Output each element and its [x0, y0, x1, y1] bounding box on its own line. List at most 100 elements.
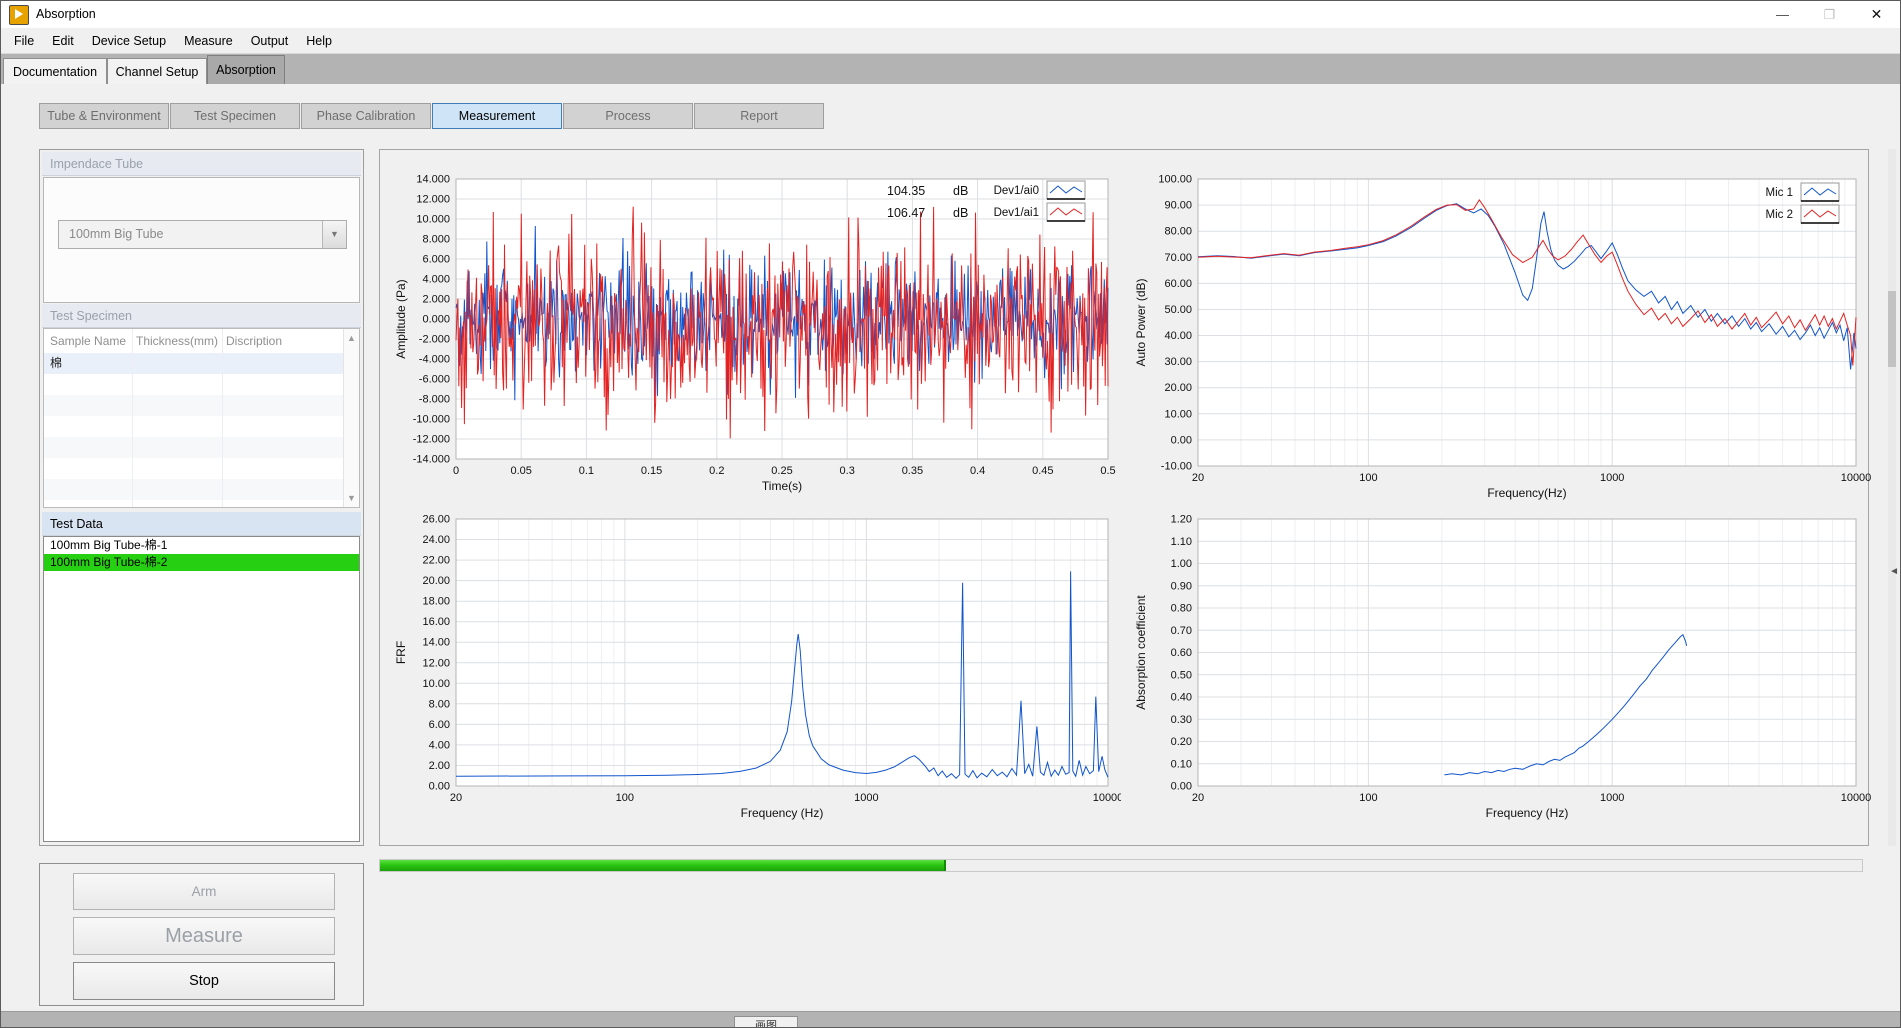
application-window: Absorption — ❐ ✕ FileEditDevice SetupMea…	[0, 0, 1901, 1028]
subtab-report[interactable]: Report	[694, 103, 824, 129]
svg-text:0.25: 0.25	[771, 465, 792, 477]
svg-text:0.1: 0.1	[579, 465, 594, 477]
svg-text:24.00: 24.00	[422, 534, 450, 546]
svg-text:40.00: 40.00	[1164, 330, 1192, 342]
chevron-down-icon[interactable]: ▼	[322, 221, 346, 248]
scroll-up-icon[interactable]: ▲	[344, 333, 359, 343]
svg-text:8.00: 8.00	[429, 698, 450, 710]
svg-text:0.10: 0.10	[1171, 758, 1192, 770]
svg-text:26.00: 26.00	[422, 514, 450, 526]
svg-text:-10.00: -10.00	[1161, 461, 1192, 473]
svg-text:12.00: 12.00	[422, 657, 450, 669]
svg-text:Amplitude (Pa): Amplitude (Pa)	[394, 279, 408, 358]
svg-text:dB: dB	[953, 206, 968, 220]
menu-item-file[interactable]: File	[5, 31, 43, 51]
svg-text:20.00: 20.00	[1164, 382, 1192, 394]
tab-absorption[interactable]: Absorption	[207, 55, 285, 84]
menu-item-help[interactable]: Help	[297, 31, 341, 51]
svg-text:70.00: 70.00	[1164, 252, 1192, 264]
measure-button[interactable]: Measure	[73, 917, 335, 955]
svg-text:100: 100	[616, 792, 634, 804]
window-title: Absorption	[36, 7, 96, 21]
arm-button[interactable]: Arm	[73, 873, 335, 910]
tube-select[interactable]: 100mm Big Tube ▼	[58, 220, 347, 249]
svg-text:1000: 1000	[1600, 792, 1624, 804]
progress-bar	[379, 859, 1863, 872]
scrollbar-thumb[interactable]	[1888, 291, 1896, 367]
test-data-list[interactable]: 100mm Big Tube-棉-1100mm Big Tube-棉-2	[43, 536, 360, 842]
svg-text:20: 20	[450, 792, 462, 804]
svg-text:4.00: 4.00	[429, 739, 450, 751]
bottom-tab-draw[interactable]: 画图	[734, 1016, 798, 1028]
svg-text:30.00: 30.00	[1164, 356, 1192, 368]
svg-text:-4.000: -4.000	[419, 354, 450, 366]
svg-text:dB: dB	[953, 184, 968, 198]
svg-text:0.70: 0.70	[1171, 625, 1192, 637]
svg-text:2.00: 2.00	[429, 760, 450, 772]
maximize-button[interactable]: ❐	[1806, 1, 1853, 28]
vertical-scrollbar[interactable]	[1888, 149, 1896, 846]
svg-text:-14.000: -14.000	[413, 454, 450, 466]
close-button[interactable]: ✕	[1853, 1, 1900, 28]
svg-text:0.40: 0.40	[1171, 692, 1192, 704]
window-tab-strip: DocumentationChannel SetupAbsorption	[1, 53, 1900, 84]
svg-text:Absorption coefficient: Absorption coefficient	[1134, 595, 1148, 710]
stop-button[interactable]: Stop	[73, 962, 335, 1000]
svg-text:14.00: 14.00	[422, 637, 450, 649]
svg-text:10.00: 10.00	[422, 678, 450, 690]
tube-select-value: 100mm Big Tube	[69, 227, 164, 241]
svg-text:Auto Power (dB): Auto Power (dB)	[1134, 278, 1148, 366]
svg-text:10.00: 10.00	[1164, 408, 1192, 420]
subtab-phase-calibration[interactable]: Phase Calibration	[301, 103, 431, 129]
svg-text:0.90: 0.90	[1171, 580, 1192, 592]
chart-time-waveform: 00.050.10.150.20.250.30.350.40.450.514.0…	[391, 151, 1121, 501]
table-row[interactable]: 棉	[44, 353, 343, 374]
svg-text:8.000: 8.000	[422, 234, 450, 246]
subtab-process[interactable]: Process	[563, 103, 693, 129]
table-row	[44, 437, 343, 458]
svg-text:Frequency(Hz): Frequency(Hz)	[1487, 486, 1566, 500]
svg-text:20: 20	[1192, 472, 1204, 484]
svg-text:18.00: 18.00	[422, 596, 450, 608]
svg-text:0.05: 0.05	[510, 465, 531, 477]
svg-text:100: 100	[1359, 472, 1377, 484]
svg-text:-12.000: -12.000	[413, 434, 450, 446]
subtab-test-specimen[interactable]: Test Specimen	[170, 103, 300, 129]
menu-item-device-setup[interactable]: Device Setup	[83, 31, 175, 51]
cell-sample-name: 棉	[50, 353, 62, 374]
svg-text:104.35: 104.35	[887, 184, 925, 198]
minimize-button[interactable]: —	[1759, 1, 1806, 28]
side-panel: Impendace Tube 100mm Big Tube ▼ Test Spe…	[39, 149, 364, 846]
menu-bar: FileEditDevice SetupMeasureOutputHelp	[1, 28, 1900, 53]
table-scrollbar[interactable]: ▲ ▼	[343, 329, 359, 507]
tab-channel-setup[interactable]: Channel Setup	[107, 58, 207, 84]
scroll-down-icon[interactable]: ▼	[344, 493, 359, 503]
impedance-tube-box: 100mm Big Tube ▼	[43, 177, 360, 303]
svg-text:10.000: 10.000	[416, 214, 450, 226]
test-specimen-header: Test Specimen	[42, 304, 361, 328]
svg-text:1.10: 1.10	[1171, 536, 1192, 548]
svg-text:90.00: 90.00	[1164, 200, 1192, 212]
action-buttons-panel: Arm Measure Stop	[39, 863, 364, 1006]
subtab-tube-environment[interactable]: Tube & Environment	[39, 103, 169, 129]
list-item-100mm-big-tube-2[interactable]: 100mm Big Tube-棉-2	[44, 554, 359, 571]
app-icon	[9, 5, 29, 25]
list-item-100mm-big-tube-1[interactable]: 100mm Big Tube-棉-1	[44, 537, 359, 554]
svg-text:0.45: 0.45	[1032, 465, 1053, 477]
menu-item-output[interactable]: Output	[242, 31, 298, 51]
menu-item-measure[interactable]: Measure	[175, 31, 242, 51]
svg-text:1000: 1000	[1600, 472, 1624, 484]
test-specimen-table[interactable]: 棉 ▲ ▼ Sample NameThickness(mm)Discriptio…	[43, 328, 360, 508]
svg-text:80.00: 80.00	[1164, 226, 1192, 238]
svg-text:0.50: 0.50	[1171, 669, 1192, 681]
table-row	[44, 374, 343, 395]
svg-text:10000: 10000	[1093, 792, 1121, 804]
svg-text:6.000: 6.000	[422, 254, 450, 266]
menu-item-edit[interactable]: Edit	[43, 31, 83, 51]
table-row	[44, 395, 343, 416]
table-row	[44, 479, 343, 500]
subtab-measurement[interactable]: Measurement	[432, 103, 562, 129]
tab-documentation[interactable]: Documentation	[3, 58, 107, 84]
svg-text:0.60: 0.60	[1171, 647, 1192, 659]
collapse-left-icon[interactable]: ◄	[1889, 566, 1899, 577]
